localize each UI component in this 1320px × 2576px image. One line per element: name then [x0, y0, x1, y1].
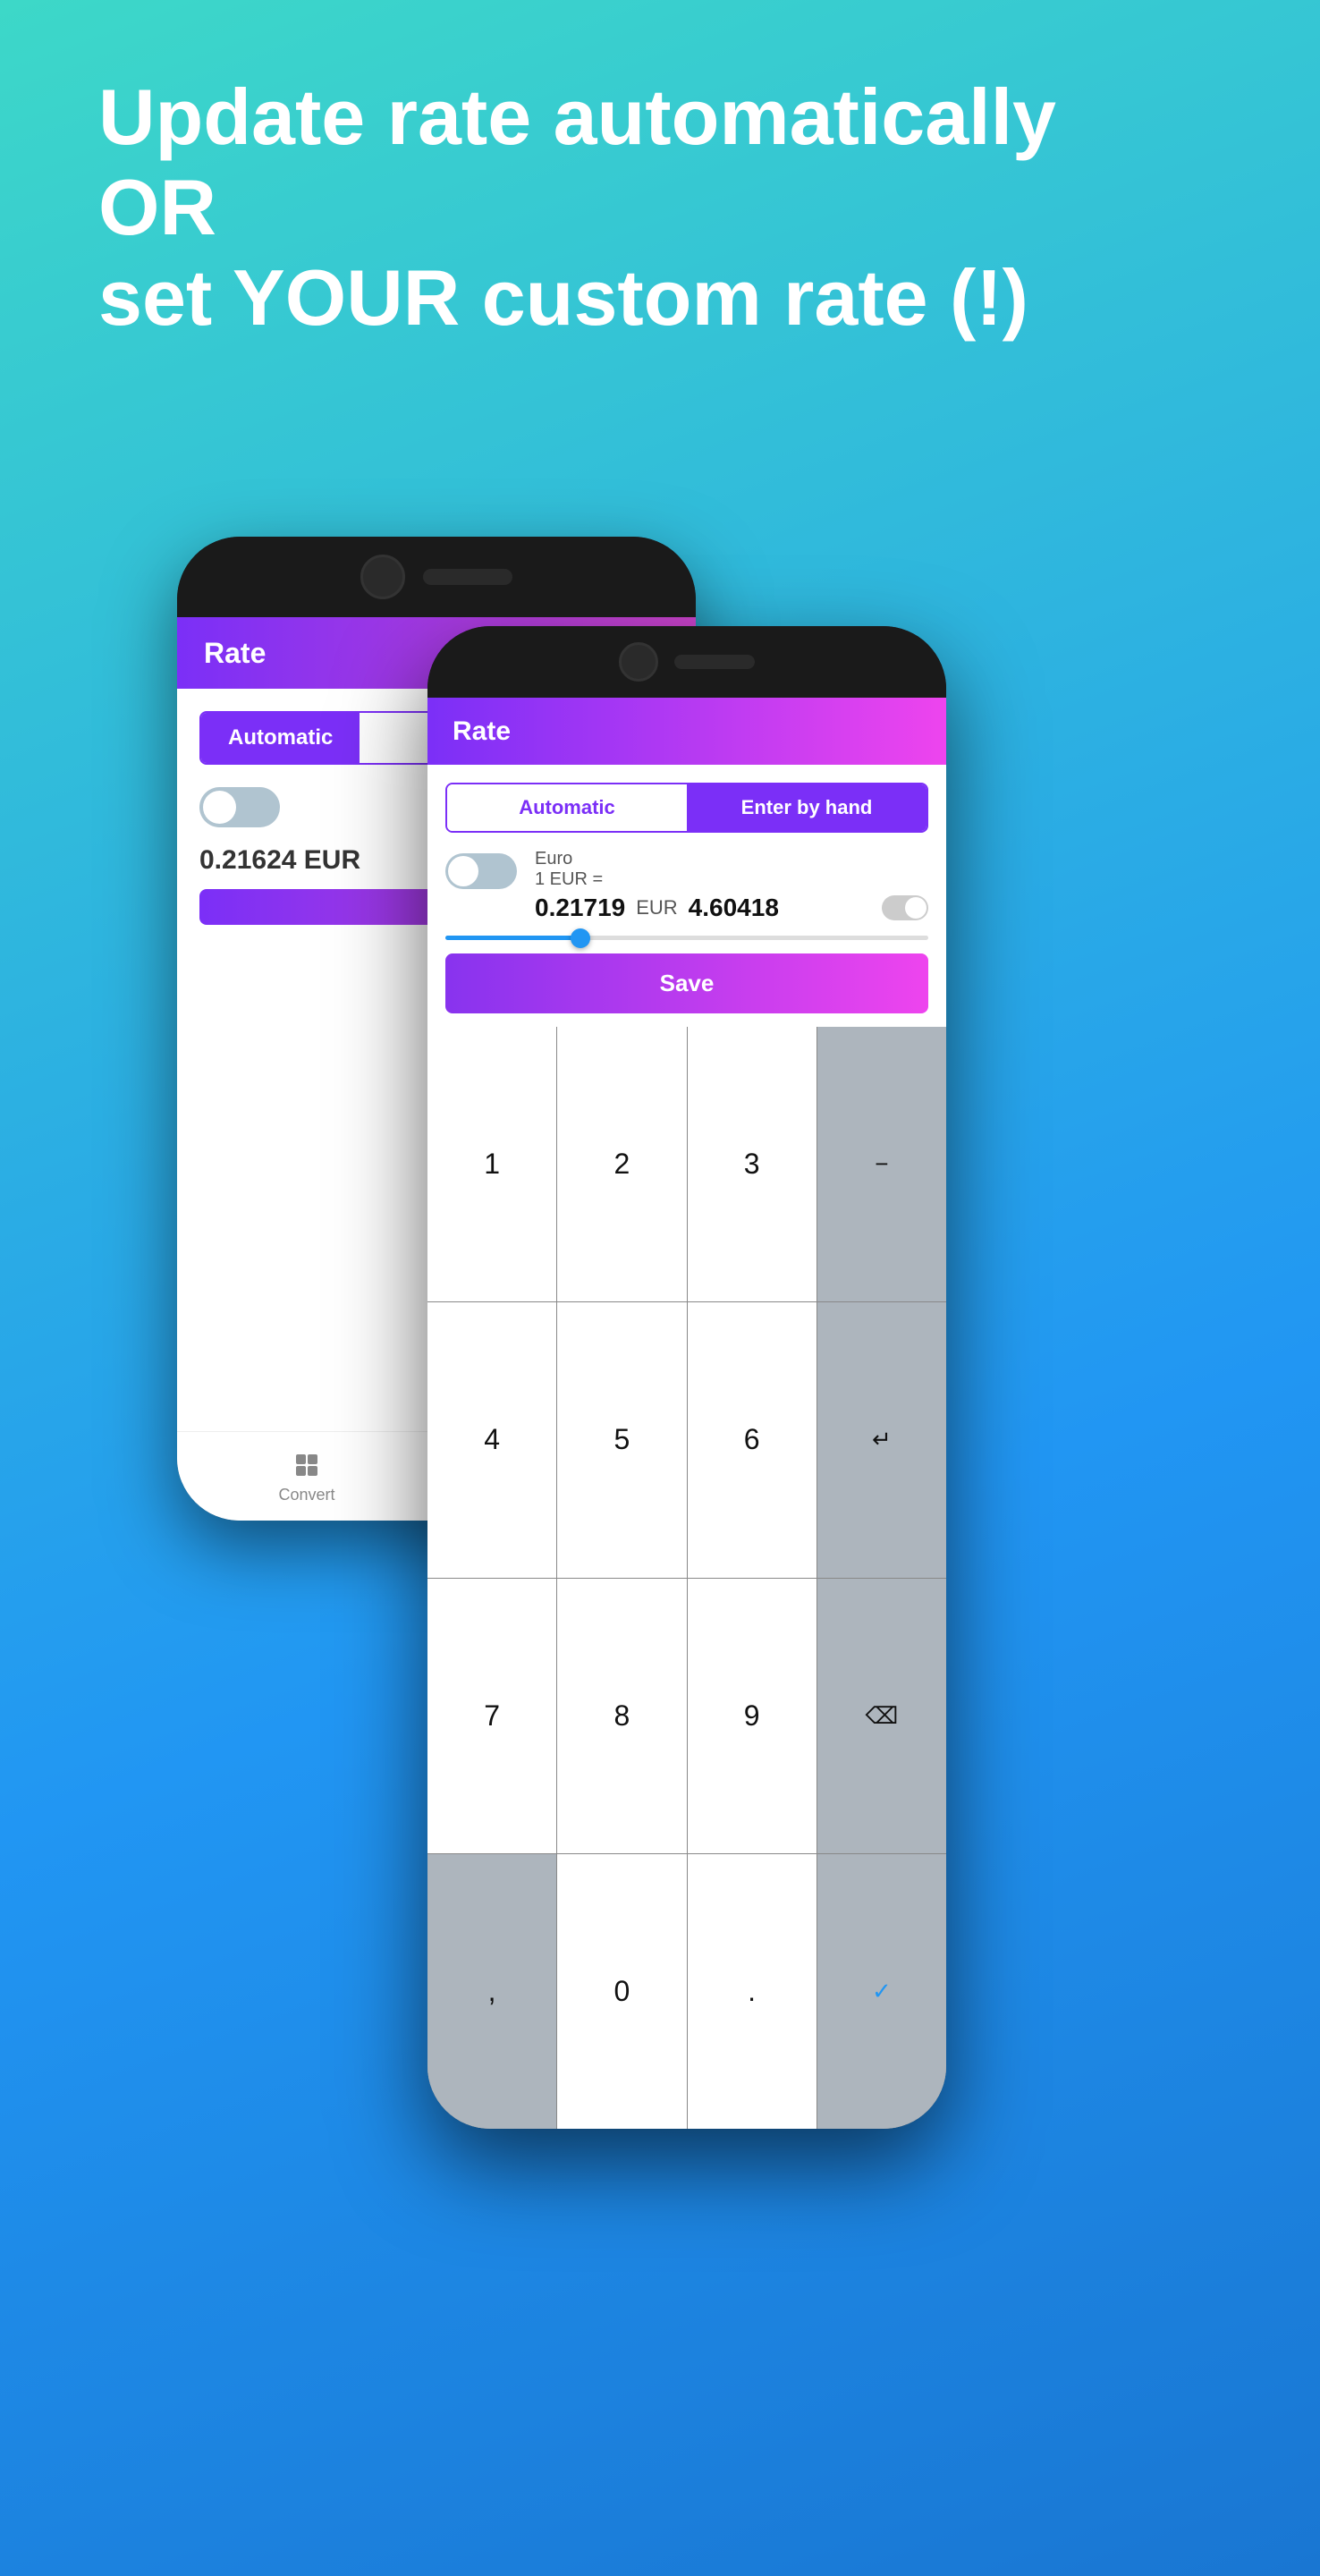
key-0[interactable]: 0	[557, 1854, 686, 2129]
tab-bar-front: Automatic Enter by hand	[445, 783, 928, 833]
phones-container: Rate Automatic 0.21624 EUR	[123, 537, 1197, 2326]
key-confirm[interactable]: ✓	[817, 1854, 946, 2129]
save-btn-front[interactable]: Save	[445, 953, 928, 1013]
key-2[interactable]: 2	[557, 1027, 686, 1301]
rate-converted: 4.60418	[689, 894, 779, 922]
rate-number: 0.21719	[535, 894, 625, 922]
slider-thumb[interactable]	[571, 928, 590, 948]
toggle-front[interactable]	[445, 853, 517, 889]
key-enter[interactable]: ↵	[817, 1302, 946, 1577]
key-dot[interactable]: .	[688, 1854, 817, 2129]
key-9[interactable]: 9	[688, 1579, 817, 1853]
front-camera-icon	[619, 642, 658, 682]
tab-automatic-front[interactable]: Automatic	[447, 784, 687, 831]
phone-front-screen: Rate Automatic Enter by hand Euro 1 EUR …	[427, 698, 946, 2129]
slider-fill	[445, 936, 580, 940]
toggle-front-thumb	[448, 856, 478, 886]
hero-line2: OR	[98, 162, 1222, 252]
tab-enter-back[interactable]	[360, 713, 413, 763]
hero-line1: Update rate automatically	[98, 72, 1222, 162]
phone-front: Rate Automatic Enter by hand Euro 1 EUR …	[427, 626, 946, 2129]
convert-icon-back	[291, 1449, 323, 1481]
key-minus[interactable]: −	[817, 1027, 946, 1301]
key-7[interactable]: 7	[427, 1579, 556, 1853]
phone-front-app-area: Automatic Enter by hand Euro 1 EUR = 0.2…	[427, 765, 946, 1027]
hero-line3: set YOUR custom rate (!)	[98, 252, 1222, 343]
key-4[interactable]: 4	[427, 1302, 556, 1577]
toggle-back[interactable]	[199, 787, 280, 827]
nav-convert-back[interactable]: Convert	[177, 1432, 436, 1521]
slider-row	[427, 931, 946, 953]
key-8[interactable]: 8	[557, 1579, 686, 1853]
key-6[interactable]: 6	[688, 1302, 817, 1577]
rate-info-section: Euro 1 EUR = 0.21719 EUR 4.60418	[427, 833, 946, 931]
key-1[interactable]: 1	[427, 1027, 556, 1301]
rate-row: 0.21719 EUR 4.60418	[535, 894, 928, 922]
hero-text: Update rate automatically OR set YOUR cu…	[98, 72, 1222, 343]
slider-track[interactable]	[445, 936, 928, 940]
key-5[interactable]: 5	[557, 1302, 686, 1577]
rate-currency: EUR	[636, 896, 677, 919]
phone-front-notch	[427, 626, 946, 698]
eur-equals: 1 EUR =	[535, 869, 928, 890]
key-3[interactable]: 3	[688, 1027, 817, 1301]
toggle-back-thumb	[203, 791, 236, 824]
tab-enter-by-hand-front[interactable]: Enter by hand	[687, 784, 927, 831]
front-speaker	[674, 655, 755, 669]
keyboard: 1 2 3 − 4 5 6 ↵ 7 8 9 ⌫ , 0 . ✓	[427, 1027, 946, 2129]
phone-front-header: Rate	[427, 698, 946, 765]
toggle-small[interactable]	[882, 895, 928, 920]
toggle-small-thumb	[905, 897, 927, 919]
phone-back-notch	[177, 537, 696, 617]
back-camera-icon	[360, 555, 405, 599]
back-speaker	[423, 569, 512, 585]
tab-automatic-back[interactable]: Automatic	[201, 713, 360, 763]
key-comma[interactable]: ,	[427, 1854, 556, 2129]
phone-back-title: Rate	[204, 637, 266, 670]
nav-convert-label-back: Convert	[278, 1486, 334, 1504]
rate-right: Euro 1 EUR = 0.21719 EUR 4.60418	[535, 849, 928, 922]
currency-label: Euro	[535, 849, 928, 869]
phone-front-title: Rate	[453, 716, 511, 747]
key-backspace[interactable]: ⌫	[817, 1579, 946, 1853]
